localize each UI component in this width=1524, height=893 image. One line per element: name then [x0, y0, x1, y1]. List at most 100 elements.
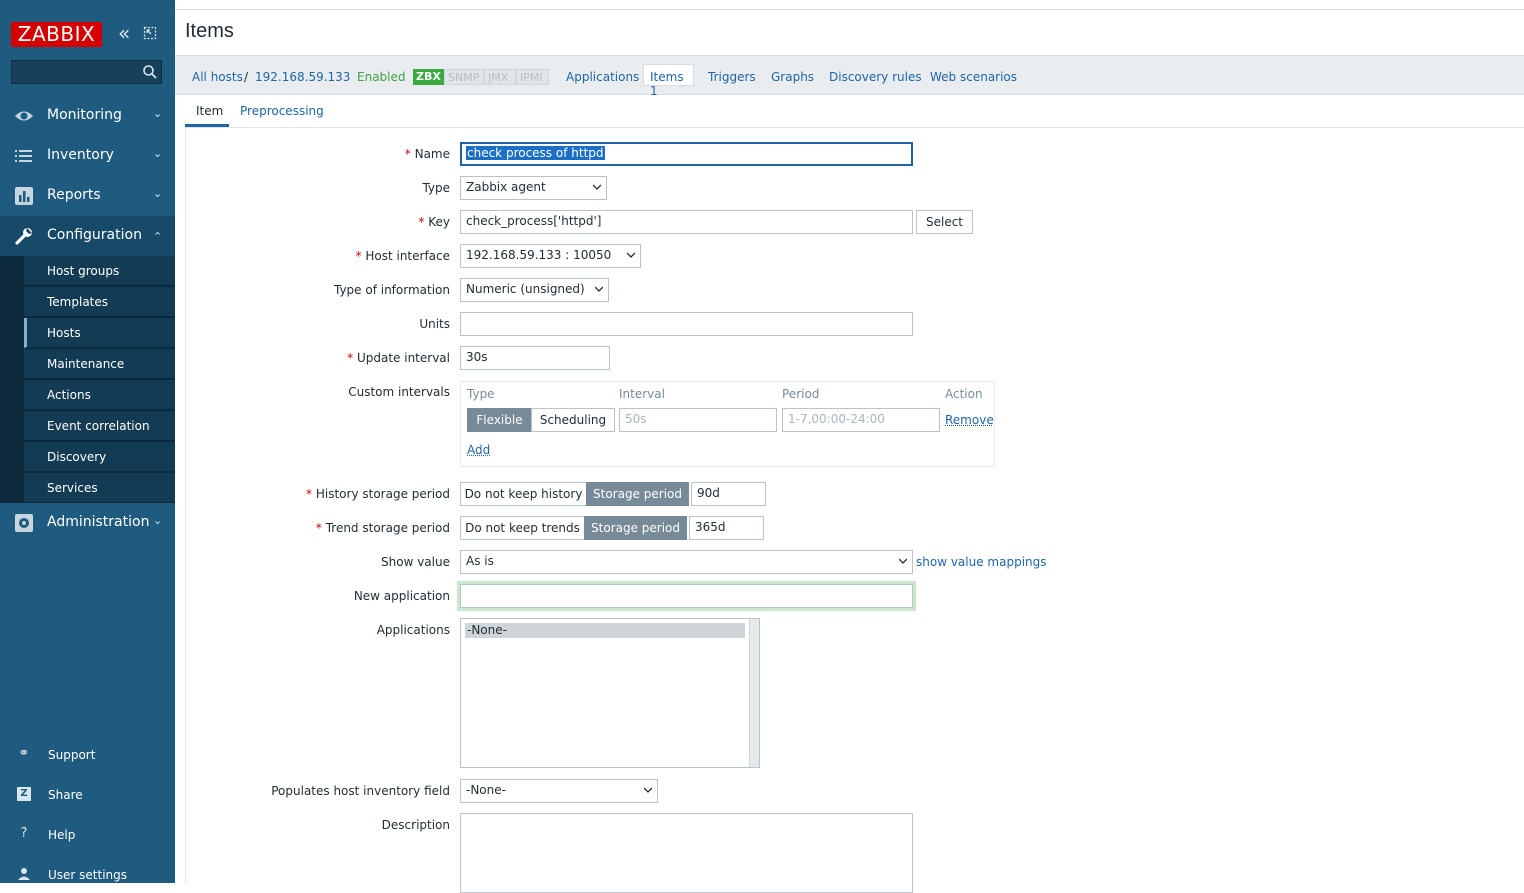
menu-help[interactable]: ? Help — [0, 820, 175, 850]
submenu-label: Event correlation — [47, 419, 150, 433]
type-of-info-label: Type of information — [333, 283, 450, 297]
submenu-hosts[interactable]: Hosts — [24, 318, 175, 348]
trends-period-value: 365d — [695, 520, 726, 534]
submenu-services[interactable]: Services — [24, 473, 175, 503]
collapse-sidebar-icon[interactable]: « — [118, 23, 136, 44]
show-value-mappings-link[interactable]: show value mappings — [916, 555, 1047, 569]
zabbix-logo[interactable]: ZABBIX — [11, 22, 102, 47]
host-interface-value: 192.168.59.133 : 10050 — [466, 248, 612, 262]
applications-option[interactable]: -None- — [465, 623, 745, 638]
show-value-value: As is — [466, 554, 494, 568]
nav-applications[interactable]: Applications — [566, 70, 639, 84]
scheduling-toggle[interactable]: Scheduling — [531, 408, 615, 432]
type-of-info-select[interactable]: Numeric (unsigned) — [460, 278, 609, 302]
menu-support[interactable]: ⚭ Support — [0, 740, 175, 770]
bar-chart-icon — [15, 187, 33, 205]
show-value-select[interactable]: As is — [460, 550, 913, 574]
chevron-down-icon — [627, 252, 635, 258]
submenu-label: Discovery — [47, 450, 107, 464]
gear-icon — [15, 514, 33, 532]
submenu-discovery[interactable]: Discovery — [24, 442, 175, 472]
breadcrumb-all-hosts[interactable]: All hosts — [192, 70, 243, 84]
menu-administration[interactable]: Administration ⌄ — [0, 503, 175, 543]
nav-graphs[interactable]: Graphs — [771, 70, 814, 84]
period-input[interactable]: 1-7,00:00-24:00 — [782, 408, 940, 432]
menu-share[interactable]: Z Share — [0, 780, 175, 810]
do-not-keep-history-toggle[interactable]: Do not keep history — [460, 482, 587, 506]
custom-intervals-label: Custom intervals — [348, 385, 450, 399]
submenu-host-groups[interactable]: Host groups — [24, 256, 175, 286]
interval-input[interactable]: 50s — [619, 408, 777, 432]
search-icon[interactable] — [142, 64, 158, 80]
chevron-down-icon — [593, 184, 601, 190]
add-interval-link[interactable]: Add — [467, 443, 490, 457]
menu-inventory[interactable]: Inventory ⌄ — [0, 136, 175, 176]
list-icon — [15, 150, 32, 162]
trends-period-input[interactable]: 365d — [689, 516, 764, 540]
menu-reports-label: Reports — [47, 187, 101, 203]
menu-monitoring-label: Monitoring — [47, 107, 122, 123]
host-interface-select[interactable]: 192.168.59.133 : 10050 — [460, 244, 641, 268]
applications-listbox[interactable]: -None- — [460, 618, 760, 768]
chevron-down-icon: ⌄ — [153, 147, 163, 160]
chevron-up-icon: ⌃ — [153, 230, 163, 243]
inventory-field-value: -None- — [466, 783, 506, 797]
kiosk-mode-icon[interactable] — [143, 26, 157, 40]
tab-item[interactable]: Item — [196, 104, 223, 118]
chevron-down-icon: ⌄ — [153, 107, 163, 120]
units-input[interactable] — [460, 312, 913, 336]
type-select[interactable]: Zabbix agent — [460, 176, 607, 200]
submenu-actions[interactable]: Actions — [24, 380, 175, 410]
badge-snmp: SNMP — [444, 69, 484, 85]
inventory-field-select[interactable]: -None- — [460, 779, 658, 803]
trends-storage-period-toggle[interactable]: Storage period — [584, 516, 687, 540]
share-icon: Z — [17, 787, 31, 801]
submenu-event-correlation[interactable]: Event correlation — [24, 411, 175, 441]
new-application-input[interactable] — [457, 581, 916, 611]
name-input[interactable]: check process of httpd — [460, 142, 913, 166]
flexible-toggle[interactable]: Flexible — [467, 408, 532, 432]
tab-preprocessing[interactable]: Preprocessing — [240, 104, 324, 118]
nav-discovery-rules[interactable]: Discovery rules — [829, 70, 922, 84]
applications-scrollbar[interactable] — [749, 619, 759, 767]
history-period-input[interactable]: 90d — [691, 482, 766, 506]
host-interface-label: * Host interface — [355, 249, 450, 263]
breadcrumb-separator: / — [244, 70, 249, 84]
host-navigation-bar: All hosts / 192.168.59.133 Enabled ZBX S… — [175, 55, 1524, 98]
nav-items[interactable]: Items 1 — [643, 64, 694, 98]
chevron-down-icon — [595, 286, 603, 292]
chevron-down-icon: ⌄ — [153, 187, 163, 200]
description-textarea[interactable] — [460, 813, 913, 893]
key-select-button[interactable]: Select — [916, 210, 973, 234]
trends-label: * Trend storage period — [315, 521, 450, 535]
submenu-label: Host groups — [47, 264, 120, 278]
remove-interval-link[interactable]: Remove — [945, 413, 994, 427]
menu-user-settings[interactable]: User settings — [0, 860, 175, 883]
history-storage-period-toggle[interactable]: Storage period — [586, 482, 689, 506]
menu-configuration[interactable]: Configuration ⌃ — [0, 216, 175, 256]
item-form: * Name check process of httpd Type Zabbi… — [185, 127, 1524, 893]
period-placeholder: 1-7,00:00-24:00 — [788, 412, 885, 426]
top-divider — [175, 9, 1524, 10]
chevron-down-icon — [899, 558, 907, 564]
form-tabs: Item Preprocessing — [185, 96, 1524, 128]
menu-reports[interactable]: Reports ⌄ — [0, 176, 175, 216]
nav-web-scenarios[interactable]: Web scenarios — [930, 70, 1017, 84]
update-interval-value: 30s — [466, 350, 488, 364]
menu-administration-label: Administration — [47, 514, 150, 530]
applications-label: Applications — [376, 623, 450, 637]
do-not-keep-trends-toggle[interactable]: Do not keep trends — [460, 516, 585, 540]
history-label: * History storage period — [306, 487, 450, 501]
submenu-maintenance[interactable]: Maintenance — [24, 349, 175, 379]
menu-monitoring[interactable]: Monitoring ⌄ — [0, 96, 175, 136]
breadcrumb-host[interactable]: 192.168.59.133 — [255, 70, 350, 84]
sidebar-search-input[interactable] — [11, 60, 162, 84]
custom-intervals-table: Type Interval Period Action Flexible Sch… — [460, 381, 995, 467]
badge-ipmi: IPMI — [516, 69, 549, 85]
submenu-templates[interactable]: Templates — [24, 287, 175, 317]
update-interval-input[interactable]: 30s — [460, 346, 610, 370]
nav-triggers[interactable]: Triggers — [708, 70, 756, 84]
history-period-value: 90d — [697, 486, 720, 500]
host-status-enabled[interactable]: Enabled — [357, 70, 406, 84]
key-input[interactable]: check_process['httpd'] — [460, 210, 913, 234]
